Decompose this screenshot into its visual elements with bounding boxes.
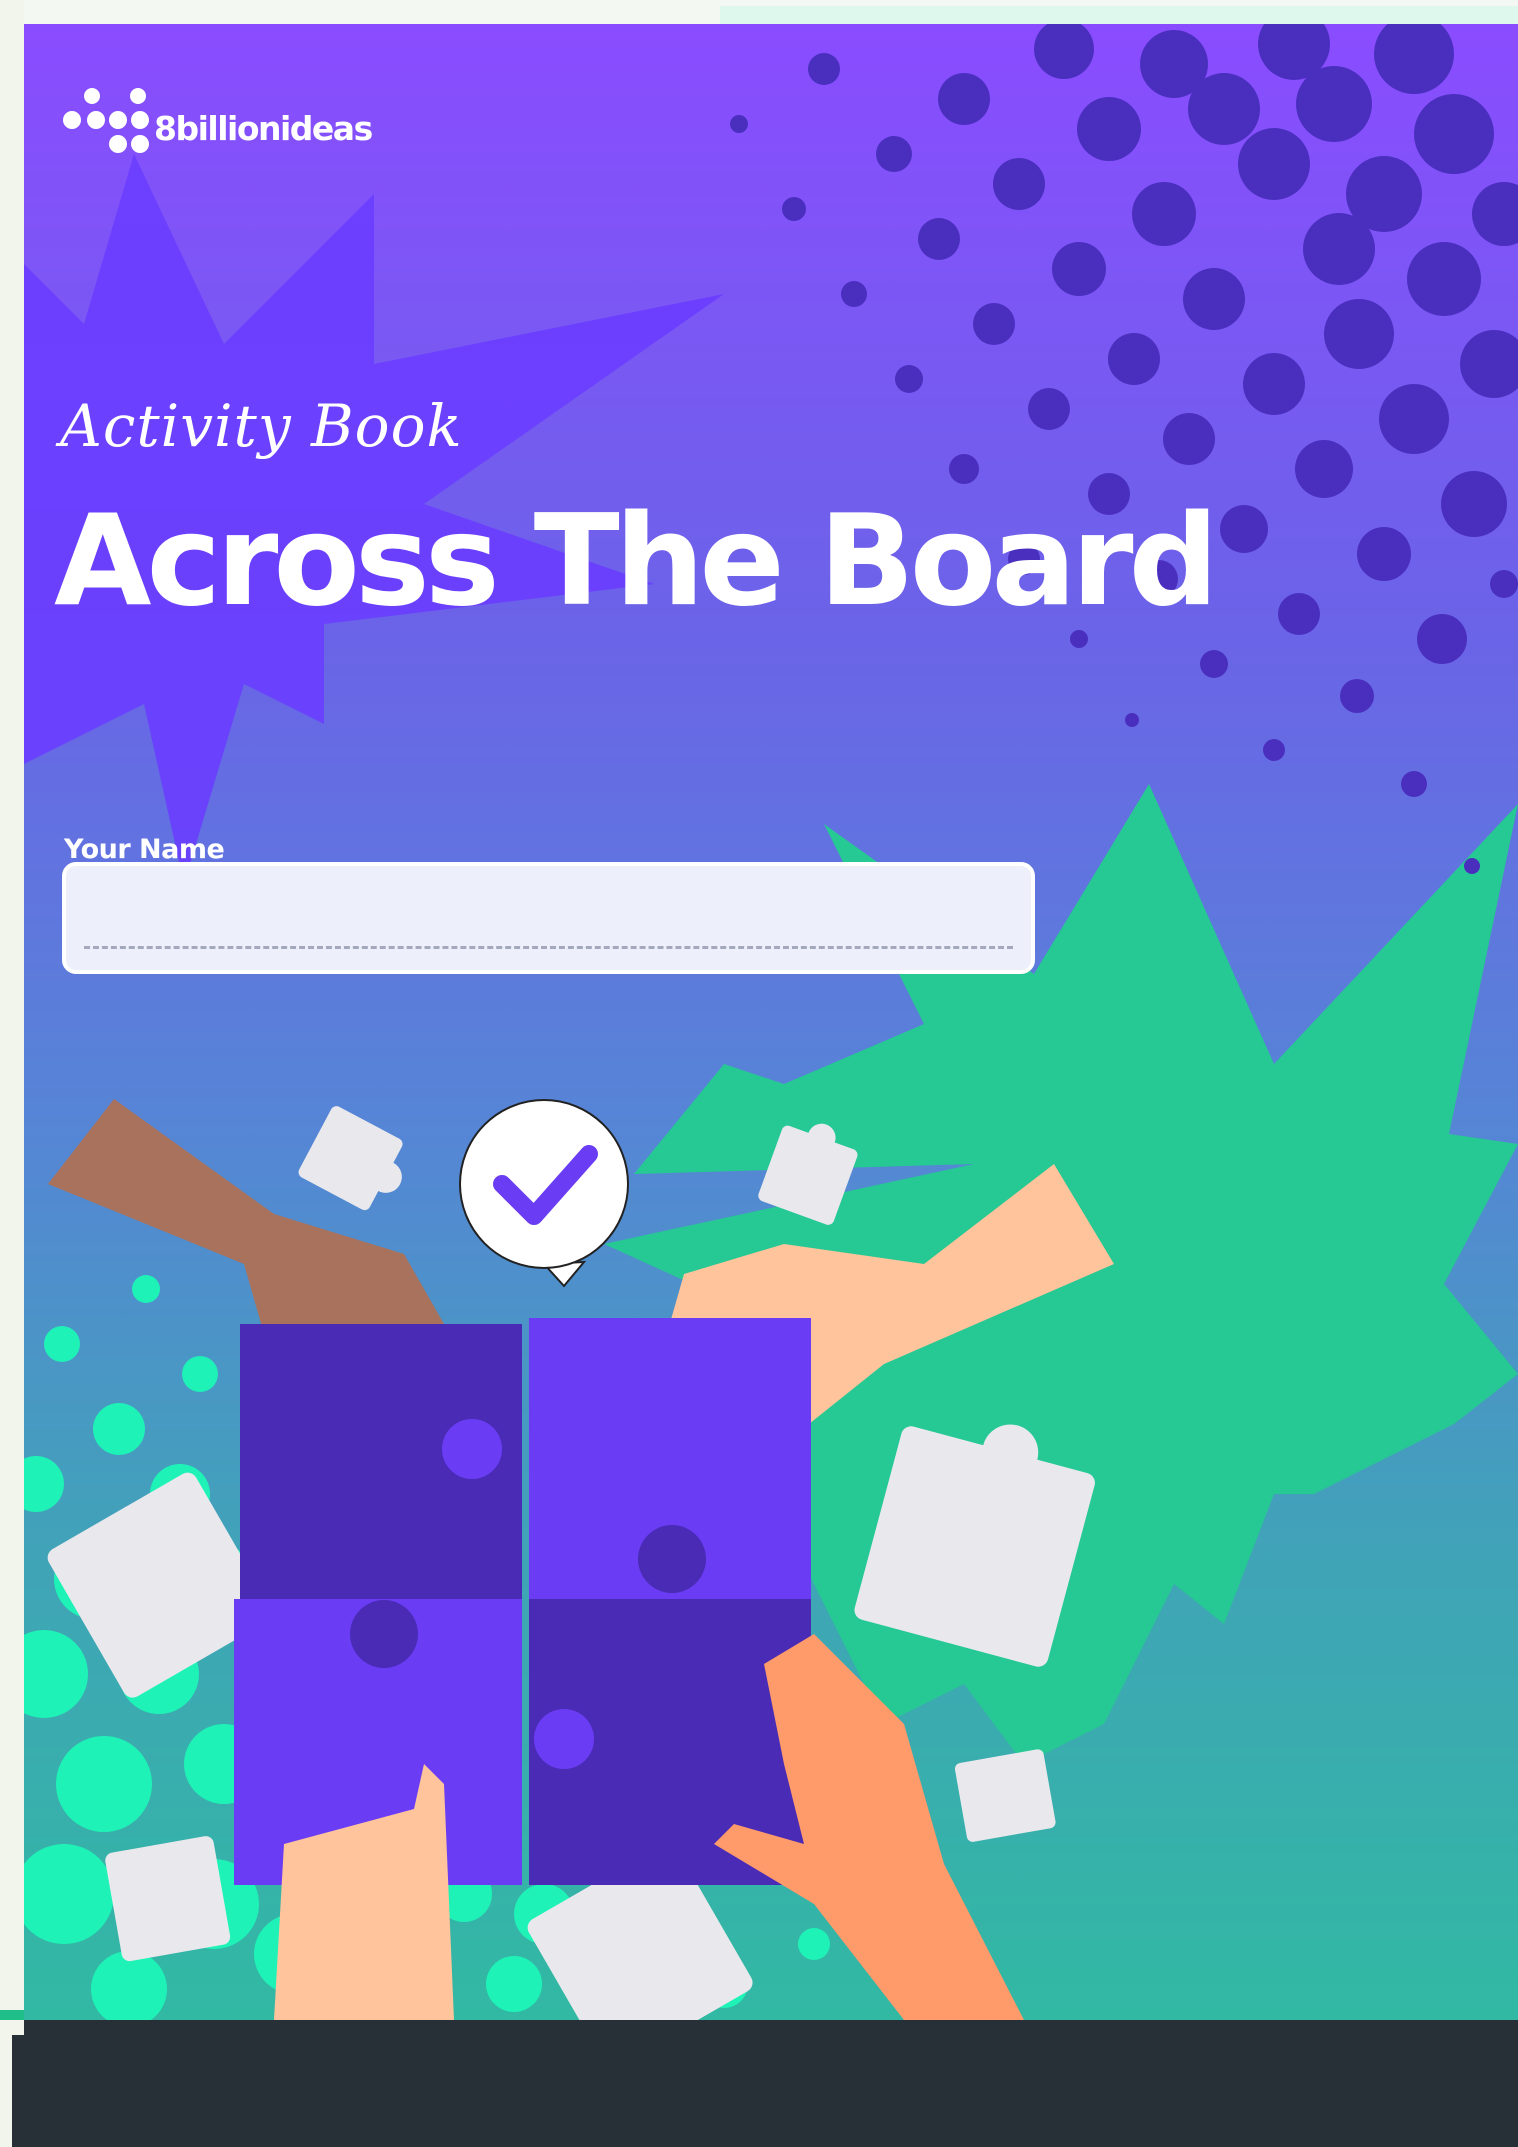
brand-logo: 8billionideas [62, 86, 373, 156]
footer-bar [24, 2020, 1518, 2147]
top-mint-strip [720, 6, 1518, 24]
halftone-dots [730, 24, 1518, 874]
logo-dots-icon [63, 88, 149, 153]
cover-page: 8billionideas Activity Book Across The B… [24, 24, 1518, 2020]
page-top-margin [0, 0, 1518, 24]
activity-book-label: Activity Book [60, 392, 463, 460]
name-field-label: Your Name [64, 834, 225, 865]
page-title: Across The Board [54, 487, 1219, 634]
name-input[interactable] [84, 880, 1008, 946]
puzzle-block [234, 1318, 811, 1885]
left-dark-accent [12, 2035, 24, 2147]
logo-text: 8billionideas [154, 108, 373, 148]
check-icon [459, 1099, 629, 1288]
name-field-box[interactable] [62, 862, 1035, 974]
page-left-margin [0, 0, 24, 2147]
cover-artwork [24, 24, 1518, 2020]
name-guide-line [84, 946, 1013, 949]
left-green-accent [0, 2010, 24, 2020]
